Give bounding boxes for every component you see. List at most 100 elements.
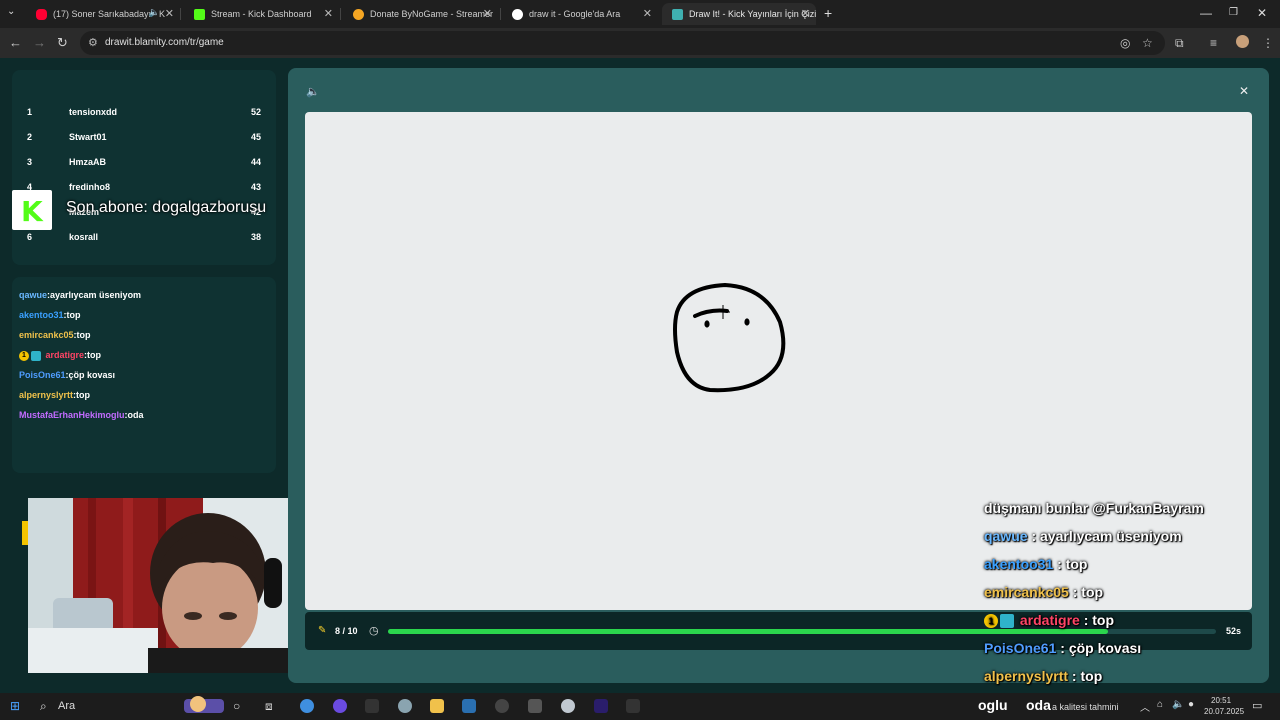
- new-tab-button[interactable]: +: [824, 5, 832, 21]
- reading-list-icon[interactable]: ≡: [1210, 36, 1217, 50]
- webcam-feed: [28, 498, 318, 673]
- chat-message: emircankc05:top: [19, 330, 91, 340]
- overlay-chat-username: emircankc05: [984, 584, 1069, 600]
- chat-message: alpernyslyrtt:top: [19, 390, 91, 400]
- taskbar-search-label[interactable]: Ara: [58, 700, 75, 712]
- chat-username: akentoo31: [19, 310, 64, 320]
- extensions-icon[interactable]: ⧉: [1175, 36, 1184, 51]
- overlay-chat-message: akentoo31 : top: [984, 556, 1088, 572]
- leaderboard-row: 3 HmzaAB 44: [27, 157, 261, 167]
- chat-username: emircankc05: [19, 330, 74, 340]
- close-window-icon[interactable]: ✕: [1257, 6, 1267, 20]
- leaderboard-panel: 1 tensionxdd 52 2 Stwart01 45 3 HmzaAB 4…: [12, 70, 276, 265]
- chat-message: 1 ardatigre:top: [19, 350, 101, 361]
- overlay-chat-message: 1 ardatigre : top: [984, 612, 1114, 629]
- profile-avatar[interactable]: [1236, 35, 1249, 48]
- sound-toggle-icon[interactable]: 🔈: [306, 85, 320, 98]
- chat-message: MustafaErhanHekimoglu:oda: [19, 410, 144, 420]
- overlay-chat-username: alpernyslyrtt: [984, 668, 1069, 684]
- address-bar[interactable]: ⚙ drawit.blamity.com/tr/game ◎ ☆: [80, 31, 1165, 55]
- chat-username: qawue: [19, 290, 48, 300]
- tab-google[interactable]: draw it - Google'da Ara ✕: [502, 3, 658, 25]
- subscriber-badge-icon: 1: [984, 614, 998, 629]
- close-tab-icon[interactable]: ✕: [324, 7, 333, 20]
- pencil-icon: ✎: [318, 625, 327, 636]
- overlay-fragment: oglu: [978, 697, 1008, 713]
- widgets-icon[interactable]: ⧈: [265, 699, 273, 714]
- browser-tab-strip: ⌄ (17) Soner Sarıkabadayı - K 🔈 ✕ Stream…: [0, 0, 1280, 28]
- steam-icon[interactable]: [462, 699, 476, 713]
- app-icon[interactable]: [398, 699, 412, 713]
- microphone-icon[interactable]: ●: [1188, 699, 1194, 710]
- forward-icon[interactable]: →: [33, 35, 46, 50]
- overlay-chat-username: ardatigre: [1019, 612, 1080, 628]
- minimize-icon[interactable]: —: [1200, 6, 1212, 20]
- leaderboard-row: 2 Stwart01 45: [27, 132, 261, 142]
- overlay-chat-username: qawue: [984, 528, 1028, 544]
- chat-message: PoisOne61:çöp kovası: [19, 370, 116, 380]
- tab-separator: [180, 8, 181, 20]
- tab-youtube[interactable]: (17) Soner Sarıkabadayı - K 🔈 ✕: [26, 3, 180, 25]
- overlay-chat-username: PoisOne61: [984, 640, 1057, 656]
- webcam-image: [28, 498, 318, 673]
- close-tab-icon[interactable]: ✕: [483, 7, 492, 20]
- browser-toolbar: ← → ↻ ⚙ drawit.blamity.com/tr/game ◎ ☆: [0, 28, 1280, 58]
- tooltip-text: a kalitesi tahmini: [1052, 702, 1119, 712]
- close-tab-icon[interactable]: ✕: [165, 7, 174, 20]
- clock-date[interactable]: 20.07.2025: [1204, 707, 1244, 716]
- app-icon[interactable]: [528, 699, 542, 713]
- back-icon[interactable]: ←: [9, 35, 22, 50]
- epic-games-icon[interactable]: [626, 699, 640, 713]
- timer-icon: ◷: [369, 625, 379, 637]
- notification-icon[interactable]: ▭: [1252, 699, 1262, 712]
- chat-message: qawue:ayarlıycam üseniyom: [19, 290, 142, 300]
- volume-icon[interactable]: 🔈: [1172, 699, 1184, 710]
- clock-time[interactable]: 20:51: [1211, 696, 1231, 705]
- windows-taskbar: ⊞ ⌕ Ara ○ ⧈ oglu oda a kalitesi tahmini …: [0, 693, 1280, 720]
- chat-message: akentoo31:top: [19, 310, 81, 320]
- overlay-chat-message: alpernyslyrtt : top: [984, 668, 1103, 684]
- chrome-icon[interactable]: [300, 699, 314, 713]
- round-counter: 8 / 10: [335, 626, 358, 636]
- file-explorer-icon[interactable]: [430, 699, 444, 713]
- search-icon[interactable]: ⌕: [40, 699, 47, 714]
- network-icon[interactable]: ⌂: [1157, 699, 1163, 710]
- overlay-chat-message: düşmanı bunlar @FurkanBayram: [984, 500, 1204, 516]
- tab-bynogame[interactable]: Donate ByNoGame - Streamer ✕: [343, 3, 498, 25]
- menu-icon[interactable]: ⋮: [1262, 36, 1274, 50]
- tray-chevron-icon[interactable]: ︿: [1140, 699, 1150, 714]
- overlay-chat-message: qawue : ayarlıycam üseniyom: [984, 528, 1182, 544]
- chat-username: ardatigre: [45, 350, 85, 360]
- subscriber-badge-icon: 1: [19, 350, 29, 361]
- obs-icon[interactable]: [495, 699, 509, 713]
- gift-badge-icon: [1000, 614, 1014, 629]
- windows-start-icon[interactable]: ⊞: [10, 699, 20, 713]
- close-game-icon[interactable]: ✕: [1239, 84, 1249, 98]
- tab-kick-dashboard[interactable]: Stream - Kick Dashboard ✕: [184, 3, 339, 25]
- tab-drawit[interactable]: Draw It! - Kick Yayınları İçin Çizi ✕: [662, 3, 816, 25]
- tab-separator: [500, 8, 501, 20]
- app-icon[interactable]: [561, 699, 575, 713]
- leaderboard-row: 1 tensionxdd 52: [27, 107, 261, 117]
- youtube-icon: [36, 8, 47, 20]
- close-tab-icon[interactable]: ✕: [643, 7, 652, 20]
- subscriber-text: Son abone: dogalgazborusu: [66, 199, 267, 216]
- restore-icon[interactable]: ❐: [1229, 7, 1238, 18]
- epic-games-icon[interactable]: [365, 699, 379, 713]
- chat-username: alpernyslyrtt: [19, 390, 74, 400]
- premiere-icon[interactable]: [594, 699, 608, 713]
- sun-icon: [190, 696, 206, 712]
- speaker-icon: 🔈: [148, 7, 160, 17]
- bookmark-star-icon[interactable]: ☆: [1142, 36, 1153, 50]
- kick-logo-icon: K: [12, 190, 52, 230]
- site-info-icon[interactable]: ⚙: [88, 36, 98, 49]
- reload-icon[interactable]: ↻: [57, 35, 68, 51]
- overlay-chat-username: akentoo31: [984, 556, 1054, 572]
- leaderboard-row: 6 kosrall 38: [27, 232, 261, 242]
- app-icon[interactable]: [333, 699, 347, 713]
- tab-search-icon[interactable]: ⌄: [7, 6, 15, 17]
- close-tab-icon[interactable]: ✕: [801, 7, 810, 20]
- eye-off-icon[interactable]: ◎: [1120, 36, 1130, 50]
- google-icon: [512, 8, 523, 20]
- task-view-icon[interactable]: ○: [233, 699, 240, 713]
